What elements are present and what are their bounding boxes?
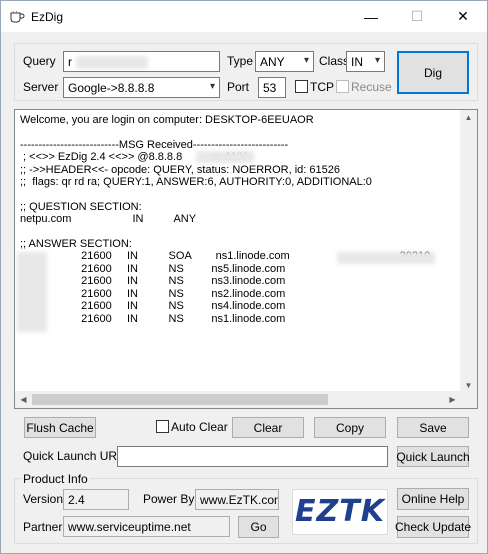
check-update-button[interactable]: Check Update [394,516,472,538]
powered-by-value: www.EzTK.com [200,493,279,507]
close-button[interactable]: ✕ [440,1,486,32]
output-textarea[interactable]: Welcome, you are login on computer: DESK… [14,109,478,409]
version-label: Version [23,492,64,506]
output-line: 21600 IN NS ns4.linode.com [20,300,286,313]
output-line: netpu.com IN ANY [20,213,197,226]
window-title: EzDig [31,10,64,24]
port-label: Port [227,80,250,94]
auto-clear-checkbox[interactable] [156,420,169,433]
chevron-down-icon: ▾ [209,81,215,92]
server-select-value: Google->8.8.8.8 [68,81,155,95]
redacted-domain-blur [17,252,47,332]
output-line: Welcome, you are login on computer: DESK… [20,114,314,126]
scroll-right-icon[interactable]: ▶ [444,395,461,404]
chevron-down-icon: ▾ [303,55,309,66]
flush-cache-label: Flush Cache [26,420,94,435]
output-line: 21600 IN NS ns3.linode.com [20,275,286,288]
scroll-up-icon[interactable]: ▲ [460,113,477,122]
redacted-query-blur [196,151,254,163]
query-input-value: r [68,55,72,69]
go-button-label: Go [250,520,267,534]
powered-by-field: www.EzTK.com [195,489,279,510]
partner-label: Partner [23,520,63,534]
tcp-checkbox[interactable] [295,80,308,93]
chevron-down-icon: ▾ [374,55,380,66]
dig-button-label: Dig [423,65,442,80]
dig-button[interactable]: Dig [397,51,469,94]
title-bar[interactable]: EzDig — ☐ ✕ [1,1,487,32]
output-line: 21600 IN NS ns2.linode.com [20,287,286,300]
maximize-button[interactable]: ☐ [394,1,440,32]
output-line: ;; flags: qr rd ra; QUERY:1, ANSWER:6, A… [20,176,372,189]
clear-button[interactable]: Clear [232,417,304,438]
server-label: Server [23,80,59,94]
go-button[interactable]: Go [238,516,279,538]
query-input[interactable]: r [63,51,220,72]
output-line: 21600 IN NS ns5.linode.com [20,262,286,275]
powered-by-label: Power By [143,492,195,506]
scroll-left-icon[interactable]: ◀ [15,395,32,404]
recurse-checkbox[interactable] [336,80,349,93]
copy-button-label: Copy [335,420,364,435]
partner-value: www.serviceuptime.net [68,520,191,534]
vertical-scrollbar[interactable]: ▲ ▼ [460,110,477,393]
quick-launch-button-label: Quick Launch [396,449,470,464]
output-line: ;; ->>HEADER<<- opcode: QUERY, status: N… [20,163,340,176]
scrollbar-corner [460,391,477,408]
online-help-label: Online Help [401,492,465,506]
minimize-button[interactable]: — [348,1,394,32]
eztk-logo[interactable]: EZTK [292,489,388,535]
quick-launch-url-label: Quick Launch URL [23,449,124,463]
partner-field: www.serviceuptime.net [63,516,230,537]
version-value: 2.4 [68,493,85,507]
class-select-value: IN [351,55,363,69]
type-label: Type [227,54,254,68]
online-help-button[interactable]: Online Help [397,488,469,510]
port-input-value: 53 [263,81,277,95]
output-line: 21600 IN NS ns1.linode.com [20,312,286,325]
minimize-icon: — [364,8,378,25]
product-info-label: Product Info [21,472,90,486]
horizontal-scroll-thumb[interactable] [32,394,328,405]
flush-cache-button[interactable]: Flush Cache [24,417,96,438]
check-update-label: Check Update [394,520,472,534]
close-icon: ✕ [457,8,469,24]
redacted-soa-blur [337,252,435,264]
redacted-query-blur [76,56,148,69]
maximize-icon: ☐ [410,8,424,24]
quick-launch-button[interactable]: Quick Launch [396,446,470,467]
clear-button-label: Clear [253,420,283,435]
type-select-value: ANY [260,55,285,69]
auto-clear-label: Auto Clear [171,420,228,434]
tcp-label: TCP [310,80,334,94]
output-line: ---------------------------MSG Received-… [20,138,289,151]
eztk-logo-text: EZTK [295,494,385,529]
copy-button[interactable]: Copy [314,417,386,438]
scroll-down-icon[interactable]: ▼ [460,381,477,390]
port-input[interactable]: 53 [258,77,286,98]
save-button-label: Save [419,420,447,435]
quick-launch-url-input[interactable] [117,446,388,467]
type-select[interactable]: ANY ▾ [255,51,314,72]
output-line: ;; ANSWER SECTION: [20,238,132,251]
class-label: Class [319,54,350,68]
server-select[interactable]: Google->8.8.8.8 ▾ [63,77,220,98]
query-label: Query [23,54,56,68]
save-button[interactable]: Save [397,417,469,438]
ezdig-window: EzDig — ☐ ✕ Query r Type ANY ▾ Class IN … [0,0,488,554]
app-cup-icon [10,10,25,23]
recurse-label: Recuse [351,80,392,94]
class-select[interactable]: IN ▾ [346,51,385,72]
horizontal-scrollbar[interactable]: ◀ ▶ [15,391,461,408]
version-field: 2.4 [63,489,129,510]
output-line: ;; QUESTION SECTION: [20,200,142,213]
